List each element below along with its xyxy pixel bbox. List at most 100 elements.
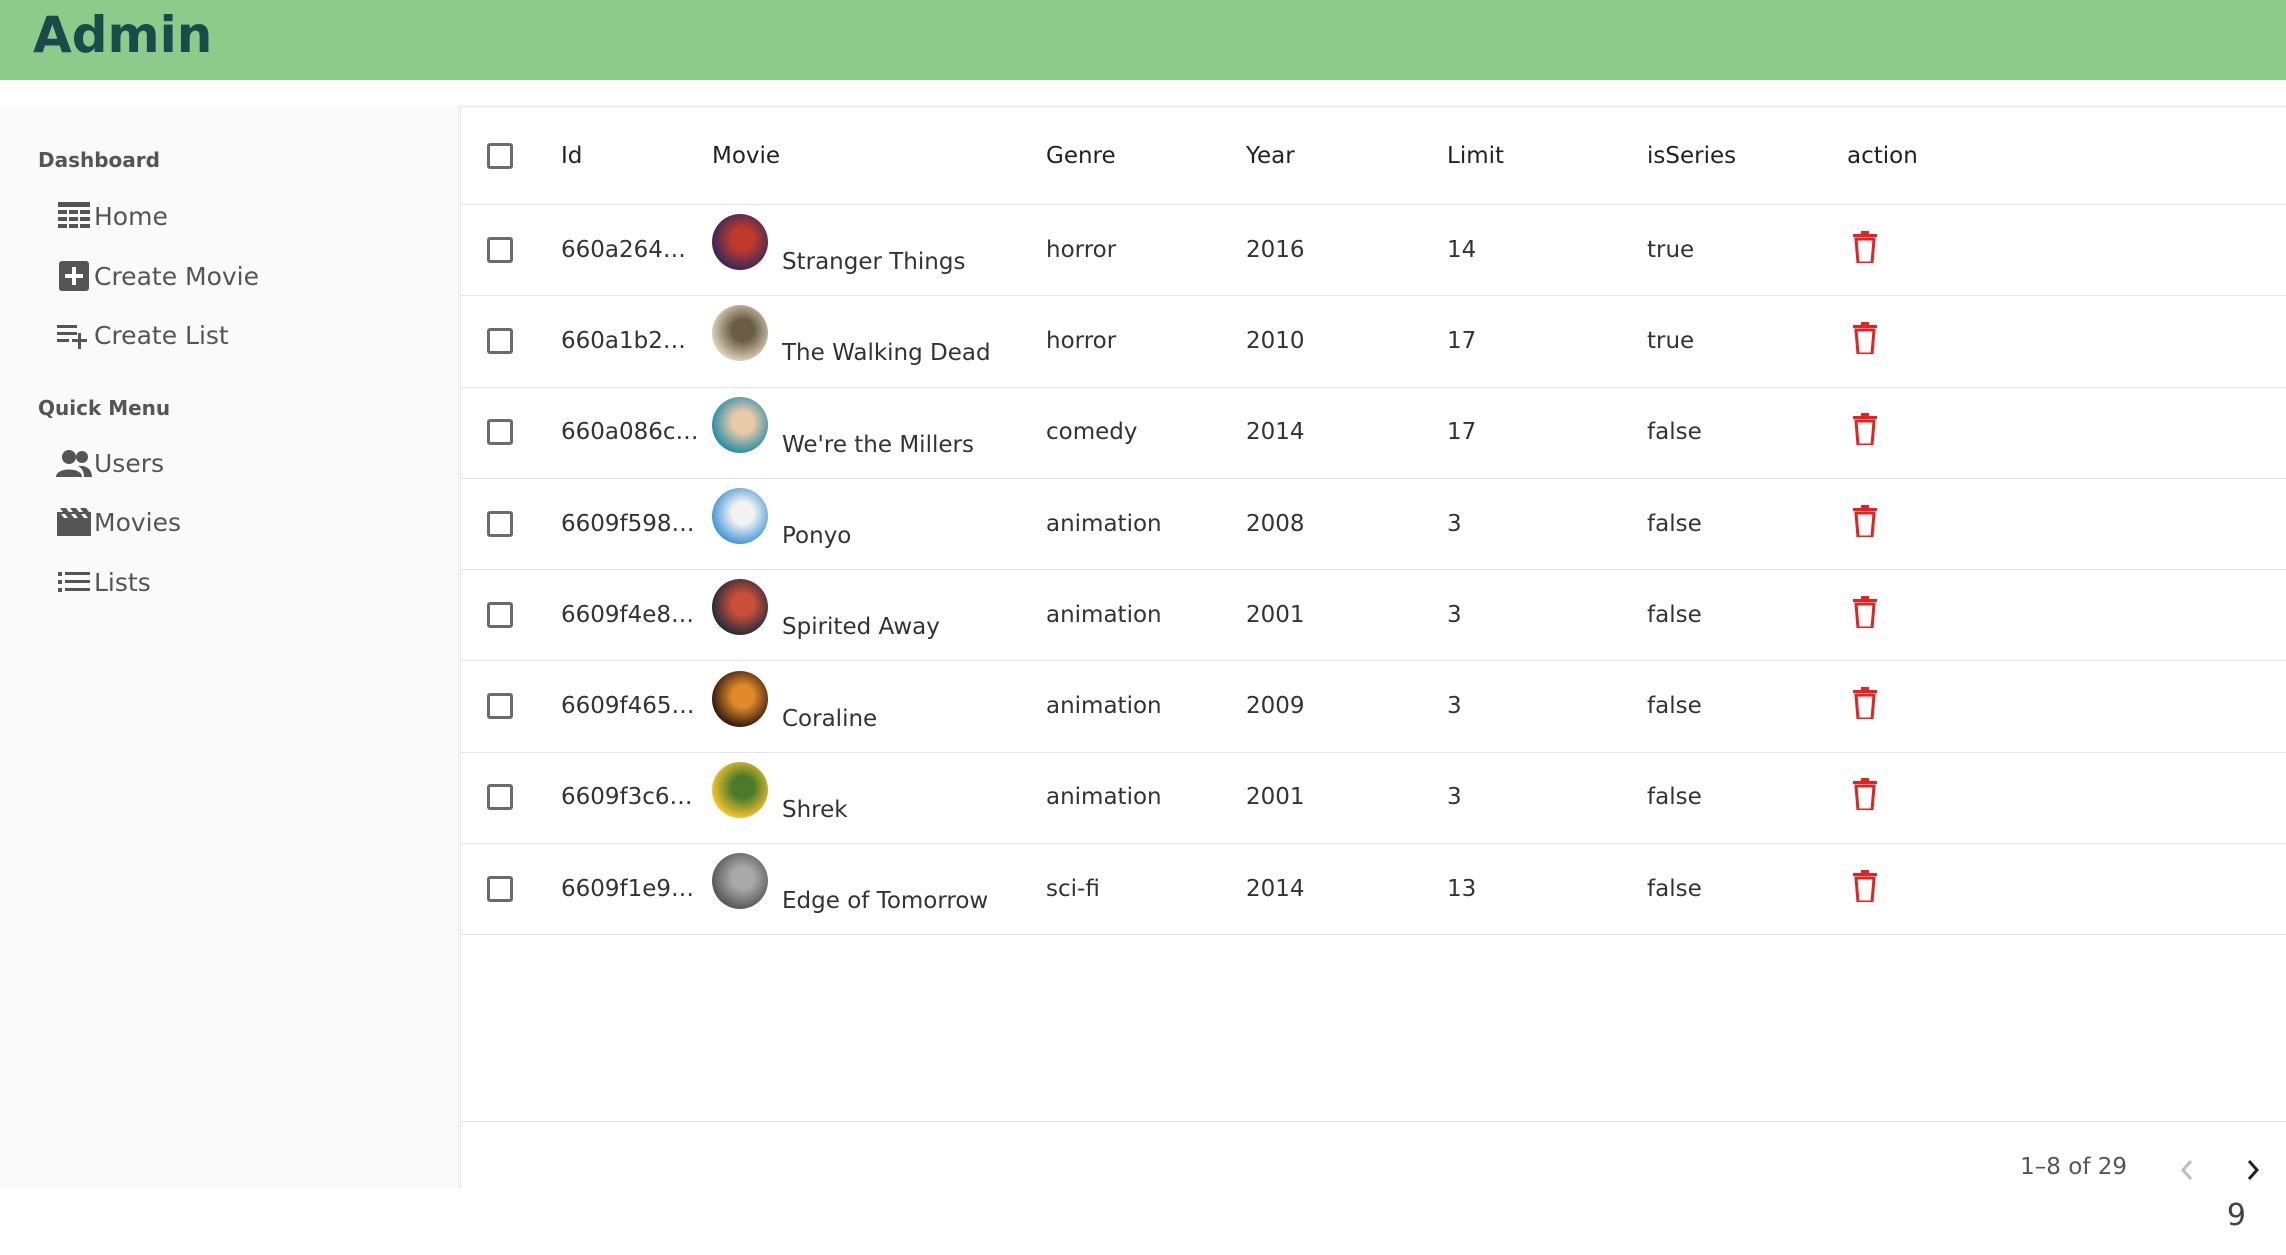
- cell-genre: horror: [1046, 236, 1117, 263]
- row-checkbox[interactable]: [487, 327, 513, 354]
- cell-action: [1853, 387, 1877, 478]
- delete-button[interactable]: [1853, 778, 1877, 816]
- table-row[interactable]: 6609f4e8… animation 2001 3 false Spirited Awa…: [461, 569, 2286, 662]
- cell-isseries: false: [1647, 693, 1702, 720]
- cell-movie: Spirited Away: [712, 569, 1032, 660]
- column-header-movie[interactable]: Movie: [712, 107, 780, 204]
- table-row[interactable]: 660a086c… comedy 2014 17 false We're the Mill…: [461, 387, 2286, 479]
- cell-action: [1853, 569, 1877, 660]
- table-row[interactable]: 6609f465… animation 2009 3 false Coraline: [461, 661, 2286, 753]
- cell-limit: 3: [1447, 784, 1462, 811]
- movie-thumbnail: [712, 579, 768, 636]
- cell-genre: horror: [1046, 327, 1117, 354]
- cell-genre: animation: [1046, 784, 1162, 811]
- cell-action: [1853, 752, 1877, 843]
- users-icon: [56, 445, 92, 481]
- delete-button[interactable]: [1853, 595, 1877, 634]
- trash-icon: [1853, 869, 1877, 904]
- row-checkbox[interactable]: [487, 419, 513, 446]
- trash-icon: [1853, 230, 1877, 265]
- column-header-year[interactable]: Year: [1246, 107, 1295, 204]
- cell-year: 2014: [1246, 419, 1305, 446]
- sidebar-item-users[interactable]: Users: [56, 443, 164, 483]
- cell-movie: Shrek: [712, 752, 1032, 843]
- sidebar-item-label: Users: [94, 448, 165, 478]
- column-header-limit[interactable]: Limit: [1447, 107, 1504, 204]
- chevron-right-icon: [2247, 1160, 2260, 1180]
- table-row[interactable]: 6609f1e9… sci-fi 2014 13 false Edge of Tomorr…: [461, 843, 2286, 936]
- cell-year: 2008: [1246, 510, 1305, 537]
- delete-button[interactable]: [1853, 869, 1877, 908]
- next-page-button[interactable]: [2235, 1152, 2271, 1188]
- cell-id: 6609f4e8…: [561, 601, 695, 628]
- row-checkbox-cell: [487, 478, 513, 569]
- table-row[interactable]: 660a264… horror 2016 14 true Stranger Things: [461, 204, 2286, 297]
- movie-thumbnail: [712, 761, 768, 818]
- movie-thumbnail: [712, 396, 768, 453]
- delete-button[interactable]: [1853, 230, 1877, 269]
- movie-title: Ponyo: [782, 522, 852, 549]
- cell-id: 6609f465…: [561, 693, 695, 720]
- column-header-genre[interactable]: Genre: [1046, 107, 1116, 204]
- cell-action: [1853, 843, 1877, 934]
- top-bar: Admin: [0, 0, 2286, 80]
- table-row[interactable]: 6609f598… animation 2008 3 false Ponyo: [461, 478, 2286, 571]
- home-icon: [56, 198, 92, 234]
- movie-thumbnail: [712, 305, 768, 362]
- row-checkbox[interactable]: [487, 236, 513, 263]
- delete-button[interactable]: [1853, 504, 1877, 543]
- sidebar-item-home[interactable]: Home: [56, 196, 168, 236]
- chevron-left-icon: [2180, 1160, 2193, 1180]
- trash-icon: [1853, 687, 1877, 721]
- column-header-id[interactable]: Id: [561, 107, 582, 204]
- movie-thumbnail: [712, 487, 768, 544]
- sidebar-item-label: Lists: [94, 567, 151, 597]
- cell-year: 2010: [1246, 327, 1305, 354]
- sidebar-item-label: Create List: [94, 320, 229, 350]
- delete-button[interactable]: [1853, 321, 1877, 360]
- column-header-isseries[interactable]: isSeries: [1647, 107, 1736, 204]
- sidebar-item-lists[interactable]: Lists: [56, 562, 151, 602]
- movie-thumbnail: [712, 853, 768, 910]
- cell-limit: 17: [1447, 327, 1477, 354]
- movie-thumbnail: [712, 214, 768, 270]
- cell-action: [1853, 478, 1877, 569]
- trash-icon: [1853, 504, 1877, 539]
- movie-title: Spirited Away: [782, 614, 940, 641]
- table-footer: 1–8 of 29: [461, 1121, 2286, 1190]
- cell-genre: comedy: [1046, 419, 1138, 446]
- row-checkbox[interactable]: [487, 784, 513, 811]
- sidebar: Dashboard Home Create Movie Create List …: [0, 106, 459, 1188]
- row-checkbox-cell: [487, 843, 513, 934]
- sidebar-item-create-movie[interactable]: Create Movie: [56, 256, 259, 296]
- movie-title: We're the Millers: [782, 431, 974, 458]
- movies-table: Id Movie Genre Year Limit isSeries actio…: [460, 106, 2286, 1189]
- delete-button[interactable]: [1853, 413, 1877, 451]
- row-checkbox[interactable]: [487, 601, 513, 628]
- previous-page-button[interactable]: [2169, 1152, 2205, 1188]
- cell-limit: 3: [1447, 601, 1462, 628]
- section-title-quick-menu: Quick Menu: [38, 396, 171, 420]
- sidebar-item-movies[interactable]: Movies: [56, 502, 181, 542]
- playlist-add-icon: [56, 317, 92, 353]
- cell-limit: 3: [1447, 510, 1462, 537]
- page-number: 9: [2226, 1198, 2246, 1233]
- delete-button[interactable]: [1853, 687, 1877, 725]
- cell-action: [1853, 661, 1877, 752]
- table-row[interactable]: 6609f3c6… animation 2001 3 false Shrek: [461, 752, 2286, 845]
- sidebar-item-create-list[interactable]: Create List: [56, 315, 229, 355]
- select-all-checkbox[interactable]: [487, 142, 513, 169]
- table-row[interactable]: 660a1b2… horror 2010 17 true The Walking Dead: [461, 295, 2286, 388]
- cell-isseries: false: [1647, 419, 1702, 446]
- cell-isseries: true: [1647, 327, 1695, 354]
- trash-icon: [1853, 778, 1877, 812]
- column-header-action[interactable]: action: [1847, 107, 1918, 204]
- row-checkbox[interactable]: [487, 510, 513, 537]
- cell-action: [1853, 295, 1877, 386]
- section-title-dashboard: Dashboard: [38, 148, 160, 172]
- cell-isseries: true: [1647, 236, 1695, 263]
- row-checkbox-cell: [487, 204, 513, 295]
- cell-id: 660a1b2…: [561, 327, 686, 354]
- row-checkbox[interactable]: [487, 693, 513, 720]
- row-checkbox[interactable]: [487, 875, 513, 902]
